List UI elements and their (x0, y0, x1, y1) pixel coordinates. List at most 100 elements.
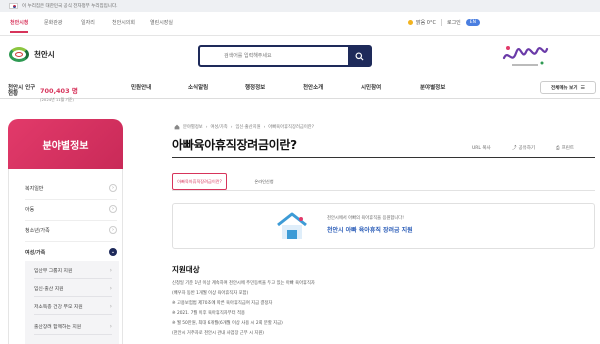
nav-item-participation[interactable]: 시민참여 (361, 83, 381, 91)
info-subtitle: 천안시에서 아빠의 육아휴직을 응원합니다! (327, 216, 404, 221)
nav-item-news[interactable]: 소식알림 (188, 83, 208, 91)
breadcrumb: 분야별정보 › 여성/가족 › 임신·출산지원 › 아빠육아휴직장려금이란? (174, 124, 314, 130)
sidebar-item-youth[interactable]: 청소년/가족 › (25, 223, 117, 237)
tab-label: 아빠육아휴직장려금이란? (177, 178, 222, 184)
sidebar-item-welfare[interactable]: 복지일반 › (25, 181, 117, 195)
top-util-bar: 천안시청 문화관광 일자리 천안시의회 열린시장실 맑음 0°C 로그인 EN (0, 12, 600, 36)
sidebar-item-label: 복지일반 (25, 185, 44, 192)
body-text: (배우자 동반 1개월 이상 육아휴직자 포함) (172, 291, 249, 296)
language-button[interactable]: EN (465, 19, 480, 26)
print-label: 프린트 (561, 146, 575, 151)
share-icon: ⤴ (512, 146, 517, 151)
search-box (198, 45, 372, 67)
chevron-right-icon: › (109, 267, 112, 274)
divider (440, 19, 442, 26)
site-tab-culture[interactable]: 문화관광 (44, 19, 62, 26)
tab-about[interactable]: 아빠육아휴직장려금이란? (172, 173, 227, 190)
body-text: ※ 월 50만원, 최대 6개월(6개월 이상 사용 시 2회 분할 지급) (172, 321, 283, 326)
sidebar-item-women-family[interactable]: 여성/가족 ⌄ (25, 245, 117, 259)
sidebar-item-label: 여성/가족 (25, 249, 46, 256)
submenu-item[interactable]: 임산부 그룹지 지원 › (34, 263, 112, 279)
nav-item-admin[interactable]: 행정정보 (245, 83, 265, 91)
body-text: 신청일 기준 1년 이상 계속하여 천안시에 주민등록을 두고 있는 아빠 육아… (172, 281, 315, 286)
submenu-label: 임산부 그룹지 지원 (34, 269, 73, 274)
weather-text: 맑음 0°C (416, 20, 436, 26)
gov-banner-text: 이 누리집은 대한민국 공식 전자정부 누리집입니다. (22, 4, 118, 9)
chevron-right-icon: › (109, 184, 117, 192)
site-tab-jobs[interactable]: 일자리 (81, 19, 95, 26)
site-tab-mayor[interactable]: 열린시장실 (150, 19, 173, 26)
korea-flag-icon (9, 3, 18, 9)
logo[interactable]: 천안시 (9, 47, 55, 62)
sidebar-menu: 복지일반 › 아동 › 청소년/가족 › 여성/가족 ⌄ 임산부 그룹지 지원 … (8, 169, 123, 344)
gov-banner: 이 누리집은 대한민국 공식 전자정부 누리집입니다. (0, 0, 600, 12)
url-copy-button[interactable]: URL 복사 (472, 145, 491, 151)
search-input[interactable] (200, 47, 348, 65)
site-tab-council[interactable]: 천안시의회 (112, 19, 135, 26)
share-button[interactable]: ⤴ 공유하기 (512, 145, 535, 151)
cheonan-logo-icon (9, 47, 29, 62)
logo-text: 천안시 (34, 50, 55, 59)
breadcrumb-current: 아빠육아휴직장려금이란? (268, 125, 315, 130)
population-date: (2024년 11월 기준) (40, 97, 74, 102)
submenu-label: 출산장려 함께하는 지원 (34, 325, 82, 330)
info-banner: 천안시에서 아빠의 육아휴직을 응원합니다! 천안시 아빠 육아휴직 장려금 지… (172, 203, 595, 249)
home-icon[interactable] (174, 124, 180, 130)
brand-slogan-logo (502, 46, 549, 66)
sitemap-label: 전체메뉴 보기 (551, 85, 578, 91)
nav-item-fields[interactable]: 분야별정보 (420, 83, 445, 91)
population-label: 천안시 인구현황 (8, 84, 36, 97)
print-button[interactable]: ⎙ 프린트 (556, 145, 574, 151)
menu-icon: ☰ (580, 84, 585, 91)
divider (25, 220, 117, 221)
url-copy-label: URL 복사 (472, 146, 491, 151)
chevron-down-icon: ⌄ (109, 248, 117, 256)
submenu-label: 저소득층 건강 부모 지원 (34, 305, 83, 310)
site-tab-city-hall[interactable]: 천안시청 (10, 19, 29, 33)
body-text: ※ 고용보험법 제70조에 따른 육아휴직급여 지급 결정자 (172, 301, 273, 306)
nav-item-civil[interactable]: 민원안내 (131, 83, 151, 91)
util-group: 맑음 0°C 로그인 EN (408, 19, 480, 26)
population-value: 700,403 명 (40, 87, 78, 95)
sidebar-item-label: 청소년/가족 (25, 227, 50, 234)
sitemap-button[interactable]: 전체메뉴 보기 ☰ (540, 81, 596, 94)
tab-divider (172, 190, 595, 191)
login-link[interactable]: 로그인 (447, 19, 461, 26)
breadcrumb-item[interactable]: 분야별정보 (183, 124, 203, 130)
body-text: ※ 2021. 7월 이후 육아휴직자부터 적용 (172, 311, 245, 316)
breadcrumb-item[interactable]: 임신·출산지원 (235, 124, 260, 130)
separator-icon: › (230, 124, 233, 130)
submenu-item[interactable]: 저소득층 건강 부모 지원 › (34, 299, 112, 315)
chevron-right-icon: › (109, 205, 117, 213)
chevron-right-icon: › (109, 285, 112, 292)
section-title: 지원대상 (172, 265, 200, 274)
page-title: 아빠육아휴직장려금이란? (172, 138, 297, 152)
breadcrumb-item[interactable]: 여성/가족 (210, 124, 227, 130)
separator-icon: › (263, 124, 266, 130)
house-illustration-icon (277, 212, 307, 239)
search-icon (354, 51, 364, 61)
submenu-label: 임신·출산 지원 (34, 287, 64, 292)
divider (25, 241, 117, 242)
share-label: 공유하기 (518, 146, 536, 151)
submenu-item[interactable]: 출산장려 함께하는 지원 › (34, 319, 112, 335)
nav-item-about[interactable]: 천안소개 (303, 83, 323, 91)
print-icon: ⎙ (556, 146, 560, 151)
submenu: 임산부 그룹지 지원 › 임신·출산 지원 › 저소득층 건강 부모 지원 › … (25, 261, 119, 344)
sidebar-item-label: 아동 (25, 206, 35, 213)
sun-icon (408, 20, 413, 25)
body-text: (천안시 거주자로 천안시 관내 사업장 근무 시 지원) (172, 331, 264, 336)
separator-icon: › (205, 124, 208, 130)
submenu-item[interactable]: 임신·출산 지원 › (34, 281, 112, 297)
tab-label: 온라인신청 (254, 178, 274, 184)
sidebar-title: 분야별정보 (42, 140, 89, 152)
sidebar-header: 분야별정보 (8, 119, 123, 169)
population-widget: 천안시 인구현황 700,403 명 (2024년 11월 기준) (8, 78, 78, 103)
header: 천안시 (0, 37, 600, 77)
divider (25, 199, 117, 200)
tab-online-apply[interactable]: 온라인신청 (244, 173, 284, 190)
sidebar-item-children[interactable]: 아동 › (25, 202, 117, 216)
main-nav: 천안시 인구현황 700,403 명 (2024년 11월 기준) 민원안내 소… (0, 77, 600, 102)
info-headline: 천안시 아빠 육아휴직 장려금 지원 (327, 227, 413, 234)
search-button[interactable] (348, 47, 370, 65)
